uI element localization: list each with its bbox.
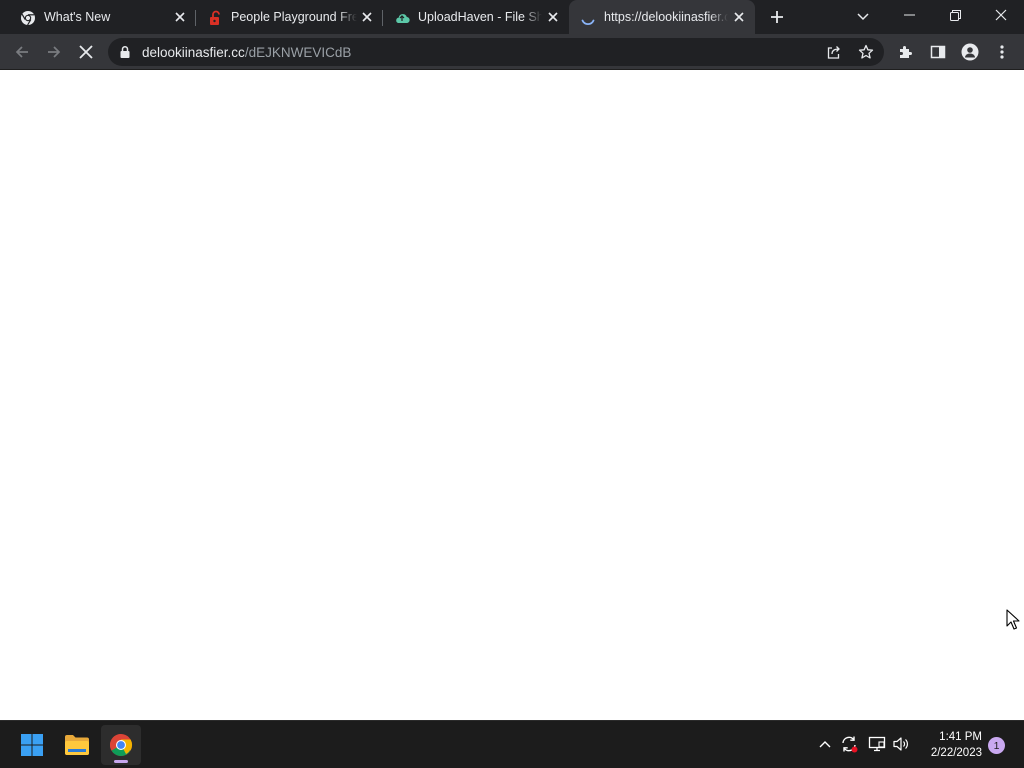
active-app-indicator xyxy=(114,760,128,763)
network-icon xyxy=(868,736,886,752)
clock-time: 1:41 PM xyxy=(939,731,982,743)
stop-loading-button[interactable] xyxy=(74,40,98,64)
url-host: delookiinasfier.cc xyxy=(142,45,245,60)
sync-icon xyxy=(842,736,858,753)
speaker-icon xyxy=(893,737,908,751)
more-vertical-icon xyxy=(1000,45,1004,59)
red-lock-icon xyxy=(210,10,220,25)
back-button[interactable] xyxy=(10,40,34,64)
address-bar[interactable]: delookiinasfier.cc/dEJKNWEVICdB xyxy=(108,38,884,66)
tab-whats-new[interactable]: What's New xyxy=(0,0,194,34)
profile-button[interactable] xyxy=(958,40,982,64)
lock-icon xyxy=(120,45,130,58)
puzzle-icon xyxy=(900,46,912,58)
plus-icon xyxy=(771,11,783,23)
side-panel-icon xyxy=(930,45,946,59)
chevron-down-icon xyxy=(857,13,869,21)
close-tab-icon[interactable] xyxy=(732,10,746,24)
extensions-button[interactable] xyxy=(894,40,918,64)
file-explorer-button[interactable] xyxy=(57,725,97,765)
page-content[interactable] xyxy=(0,71,1024,720)
close-tab-icon[interactable] xyxy=(173,10,187,24)
tab-title: What's New xyxy=(44,10,111,24)
url-text: delookiinasfier.cc/dEJKNWEVICdB xyxy=(142,45,351,60)
clock-date: 2/22/2023 xyxy=(930,747,982,759)
cloud-icon xyxy=(396,14,410,24)
folder-icon xyxy=(65,735,89,755)
network-button[interactable] xyxy=(866,733,888,755)
tab-title: UploadHaven - File Sharing xyxy=(418,10,542,24)
close-icon xyxy=(79,45,93,59)
restore-button[interactable] xyxy=(932,0,978,30)
show-hidden-icons-button[interactable] xyxy=(814,733,836,755)
close-tab-icon[interactable] xyxy=(360,10,374,24)
browser-toolbar: delookiinasfier.cc/dEJKNWEVICdB xyxy=(0,34,1024,70)
tab-search-button[interactable] xyxy=(852,6,874,28)
arrow-left-icon xyxy=(15,46,28,58)
tab-title: https://delookiinasfier.cc xyxy=(604,10,728,24)
url-path: /dEJKNWEVICdB xyxy=(244,45,352,60)
sync-status-button[interactable] xyxy=(838,733,860,755)
menu-button[interactable] xyxy=(990,40,1014,64)
minimize-icon xyxy=(903,14,915,16)
arrow-right-icon xyxy=(48,46,61,58)
chevron-up-icon xyxy=(819,741,831,748)
side-panel-button[interactable] xyxy=(926,40,950,64)
clock[interactable]: 1:41 PM 2/22/2023 xyxy=(931,729,982,761)
avatar-icon xyxy=(961,43,979,61)
share-button[interactable] xyxy=(824,42,844,62)
forward-button[interactable] xyxy=(42,40,66,64)
close-icon xyxy=(995,9,1007,21)
tab-title: People Playground Free xyxy=(231,10,357,24)
new-tab-button[interactable] xyxy=(766,6,788,28)
loading-spinner-icon xyxy=(581,19,595,25)
star-icon xyxy=(858,44,874,59)
tab-delookiinasfier[interactable]: https://delookiinasfier.cc xyxy=(569,0,755,34)
tab-people-playground[interactable]: People Playground Free xyxy=(196,0,382,34)
chrome-icon xyxy=(110,734,132,756)
volume-button[interactable] xyxy=(890,733,912,755)
notification-badge[interactable]: 1 xyxy=(988,737,1005,754)
close-window-button[interactable] xyxy=(978,0,1024,30)
chrome-icon xyxy=(21,11,35,26)
chrome-taskbar-button[interactable] xyxy=(101,725,141,765)
minimize-button[interactable] xyxy=(886,0,932,30)
share-icon xyxy=(827,46,840,59)
start-button[interactable] xyxy=(12,725,52,765)
windows-logo-icon xyxy=(21,734,43,756)
bookmark-button[interactable] xyxy=(856,42,876,62)
restore-icon xyxy=(949,9,961,21)
close-tab-icon[interactable] xyxy=(546,10,560,24)
windows-taskbar: 1:41 PM 2/22/2023 1 xyxy=(0,720,1024,768)
tab-strip: What's New People Playground Free Upload… xyxy=(0,0,1024,34)
tab-uploadhaven[interactable]: UploadHaven - File Sharing xyxy=(383,0,569,34)
mouse-cursor-icon xyxy=(1006,609,1020,630)
